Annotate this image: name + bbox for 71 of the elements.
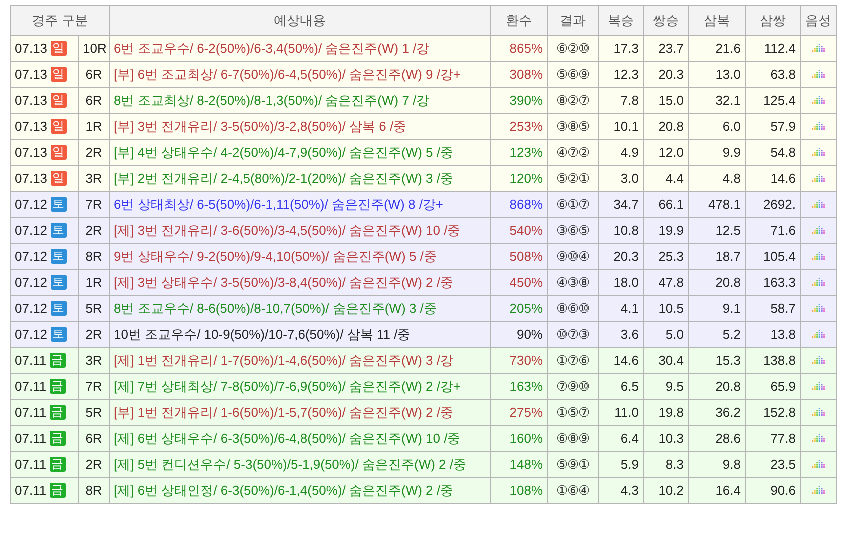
sound-bars-icon[interactable] (812, 122, 826, 131)
day-badge: 토 (50, 197, 67, 212)
sound-bars-icon[interactable] (812, 226, 826, 235)
sound-bars-icon[interactable] (812, 408, 826, 417)
column-header: 환수 (490, 6, 548, 36)
date-text: 07.11 (15, 430, 47, 448)
column-header: 예상내용 (110, 6, 490, 36)
result-cell: ①⑥④ (548, 478, 598, 504)
sound-bars-icon[interactable] (812, 382, 826, 391)
sound-bars-icon[interactable] (812, 96, 826, 105)
day-badge: 일 (50, 119, 67, 134)
return-cell: 108% (490, 478, 548, 504)
day-badge: 일 (50, 145, 67, 160)
date-text: 07.13 (15, 40, 48, 58)
race-cell: 8R (78, 478, 110, 504)
sound-bars-icon[interactable] (812, 148, 826, 157)
prediction-cell: [제] 6번 상태인정/ 6-3(50%)/6-1,4(50%)/ 숨은진주(W) 2 /중 (110, 478, 490, 504)
sound-bars-icon[interactable] (812, 174, 826, 183)
date-text: 07.12 (15, 274, 48, 292)
sound-bars-icon[interactable] (812, 252, 826, 261)
odds-cell: 90.6 (746, 478, 800, 504)
day-badge: 토 (50, 275, 67, 290)
sound-bars-icon[interactable] (812, 486, 826, 495)
date-text: 07.13 (15, 144, 48, 162)
day-badge: 토 (50, 301, 67, 316)
date-text: 07.13 (15, 92, 48, 110)
date-text: 07.13 (15, 66, 48, 84)
day-badge: 토 (50, 327, 67, 342)
sound-bars-icon[interactable] (812, 304, 826, 313)
date-text: 07.12 (15, 222, 48, 240)
day-badge: 금 (50, 405, 66, 420)
sound-bars-icon[interactable] (812, 460, 826, 469)
odds-cell: 4.3 (598, 478, 644, 504)
day-badge: 금 (50, 353, 66, 368)
sound-bars-icon[interactable] (812, 200, 826, 209)
column-header: 경주 구분 (10, 6, 110, 36)
day-badge: 일 (50, 67, 67, 82)
day-badge: 금 (50, 457, 66, 472)
sound-bars-icon[interactable] (812, 434, 826, 443)
day-badge: 토 (50, 223, 67, 238)
day-badge: 금 (50, 431, 66, 446)
date-text: 07.11 (15, 482, 47, 500)
column-header: 삼쌍 (746, 6, 800, 36)
sound-bars-icon[interactable] (812, 330, 826, 339)
column-header: 결과 (548, 6, 598, 36)
day-badge: 일 (50, 171, 67, 186)
odds-cell: 16.4 (688, 478, 746, 504)
sound-bars-icon[interactable] (812, 278, 826, 287)
date-text: 07.13 (15, 118, 48, 136)
date-text: 07.13 (15, 170, 48, 188)
date-text: 07.11 (15, 404, 47, 422)
date-text: 07.11 (15, 352, 47, 370)
sound-bars-icon[interactable] (812, 70, 826, 79)
column-header: 복승 (598, 6, 644, 36)
date-text: 07.12 (15, 248, 48, 266)
date-text: 07.11 (15, 456, 47, 474)
day-badge: 금 (50, 483, 66, 498)
column-header: 음성 (800, 6, 836, 36)
sound-bars-icon[interactable] (812, 44, 826, 53)
odds-cell: 10.2 (644, 478, 688, 504)
column-header: 쌍승 (644, 6, 688, 36)
day-badge: 토 (50, 249, 67, 264)
date-text: 07.12 (15, 326, 48, 344)
day-badge: 금 (50, 379, 66, 394)
column-header: 삼복 (688, 6, 746, 36)
day-badge: 일 (50, 93, 67, 108)
day-badge: 일 (50, 41, 67, 56)
sound-bars-icon[interactable] (812, 356, 826, 365)
date-text: 07.11 (15, 378, 47, 396)
date-text: 07.12 (15, 300, 48, 318)
date-text: 07.12 (15, 196, 48, 214)
